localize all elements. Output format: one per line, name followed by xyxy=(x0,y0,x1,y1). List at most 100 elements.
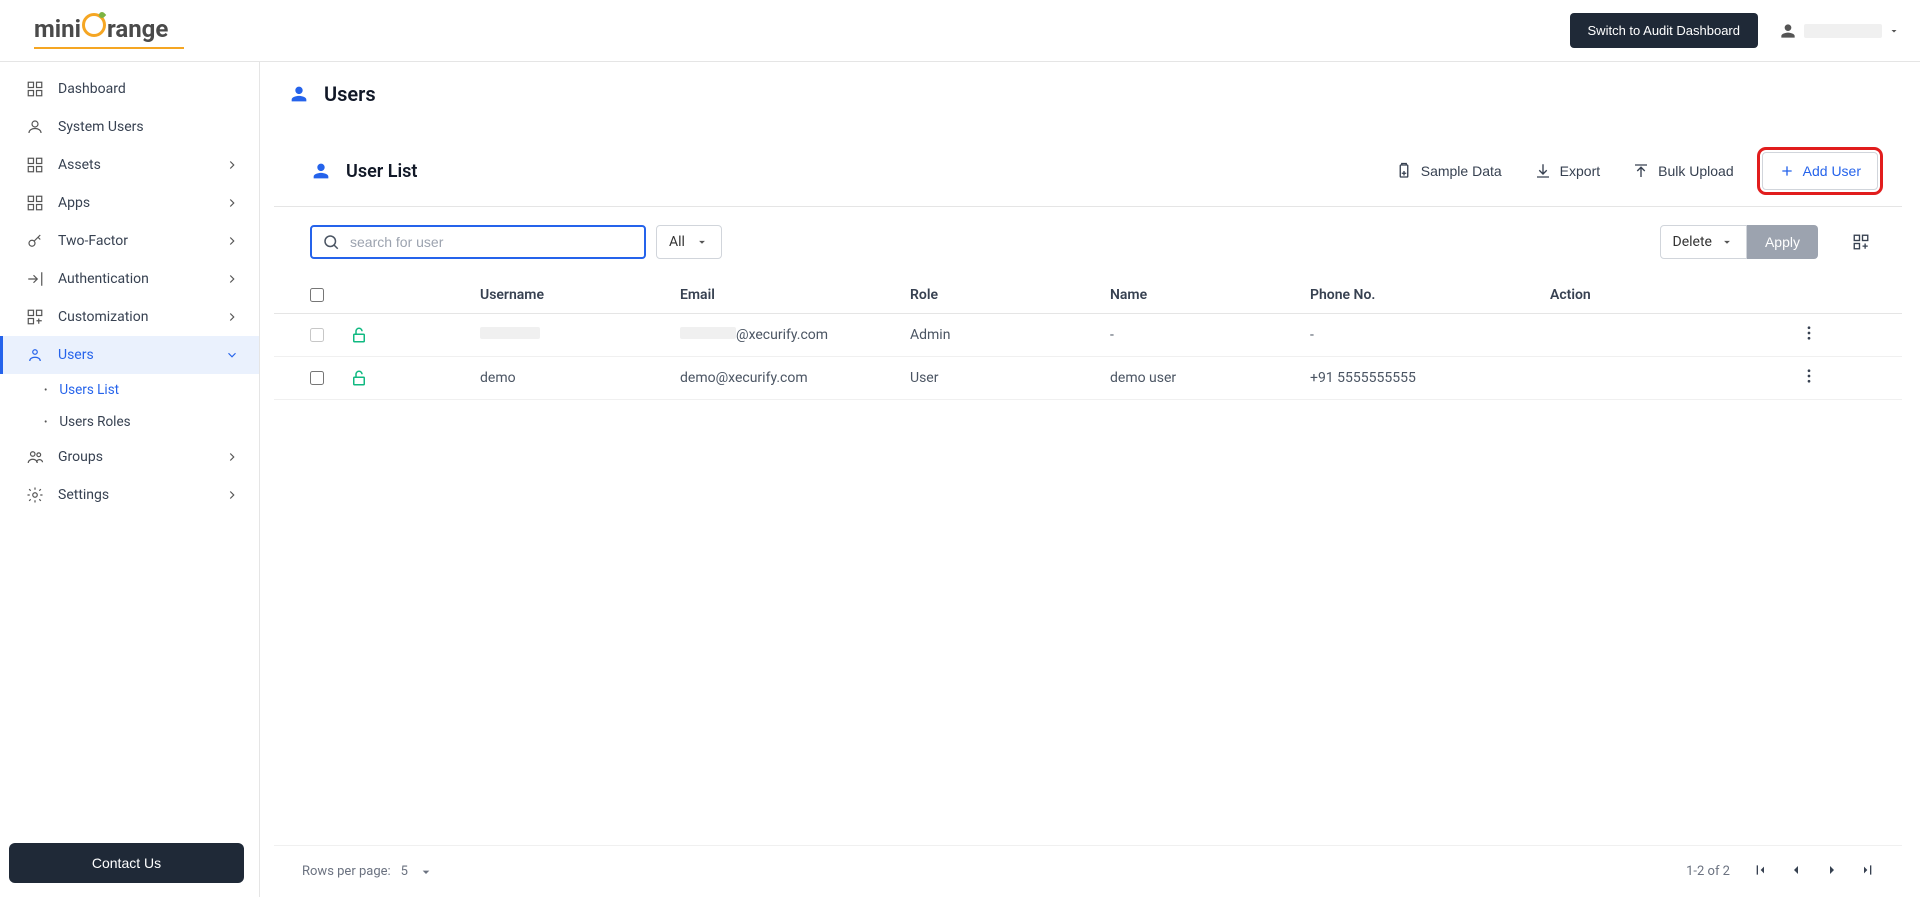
search-icon xyxy=(322,233,340,251)
sidebar-label: Two-Factor xyxy=(58,233,211,249)
contact-us-button[interactable]: Contact Us xyxy=(9,843,244,883)
add-user-button[interactable]: Add User xyxy=(1762,152,1878,190)
filter-select[interactable]: All xyxy=(656,225,722,259)
apps-icon xyxy=(26,194,44,212)
system-users-icon xyxy=(26,118,44,136)
table-row: demo demo@xecurify.com User demo user +9… xyxy=(274,357,1902,400)
chevron-right-icon xyxy=(225,234,239,248)
sidebar-item-customization[interactable]: Customization xyxy=(0,298,259,336)
export-button[interactable]: Export xyxy=(1530,156,1604,186)
chevron-right-icon xyxy=(225,196,239,210)
phone-cell: +91 5555555555 xyxy=(1310,370,1550,386)
email-prefix-redacted xyxy=(680,327,736,339)
sidebar-label: Apps xyxy=(58,195,211,211)
bulk-upload-button[interactable]: Bulk Upload xyxy=(1628,156,1738,186)
switch-dashboard-button[interactable]: Switch to Audit Dashboard xyxy=(1570,13,1758,48)
chevron-right-icon xyxy=(225,272,239,286)
download-icon xyxy=(1534,162,1552,180)
row-checkbox[interactable] xyxy=(310,328,324,342)
grid-add-icon xyxy=(1852,233,1870,251)
sidebar-item-assets[interactable]: Assets xyxy=(0,146,259,184)
sidebar-item-authentication[interactable]: Authentication xyxy=(0,260,259,298)
sidebar-item-system-users[interactable]: System Users xyxy=(0,108,259,146)
th-role: Role xyxy=(910,287,1110,303)
name-cell: demo user xyxy=(1110,370,1310,386)
grid-view-button[interactable] xyxy=(1844,225,1878,259)
username-redacted xyxy=(480,327,540,339)
th-name: Name xyxy=(1110,287,1310,303)
sidebar-item-groups[interactable]: Groups xyxy=(0,438,259,476)
next-page-button[interactable] xyxy=(1822,860,1842,883)
assets-icon xyxy=(26,156,44,174)
chevron-down-icon[interactable] xyxy=(418,864,434,880)
login-icon xyxy=(26,270,44,288)
email-cell: demo@xecurify.com xyxy=(680,370,910,386)
select-all-checkbox[interactable] xyxy=(310,288,324,302)
sidebar-item-dashboard[interactable]: Dashboard xyxy=(0,70,259,108)
batch-action-select[interactable]: Delete xyxy=(1660,225,1747,259)
username-cell: demo xyxy=(390,370,680,386)
user-page-icon xyxy=(288,83,310,105)
chevron-right-icon xyxy=(225,488,239,502)
page-title: Users xyxy=(324,82,376,106)
search-input-wrapper[interactable] xyxy=(310,225,646,259)
more-vert-icon[interactable] xyxy=(1800,367,1818,385)
row-checkbox[interactable] xyxy=(310,371,324,385)
table-header-row: Username Email Role Name Phone No. Actio… xyxy=(274,277,1902,314)
unlock-icon xyxy=(350,326,368,344)
brand-logo: minirange xyxy=(34,13,184,43)
more-vert-icon[interactable] xyxy=(1800,324,1818,342)
card-title: User List xyxy=(346,161,417,182)
unlock-icon xyxy=(350,369,368,387)
sidebar-label: System Users xyxy=(58,119,239,135)
sidebar-sub-users-roles[interactable]: Users Roles xyxy=(0,406,259,438)
pagination-range: 1-2 of 2 xyxy=(1686,864,1730,879)
sidebar-item-settings[interactable]: Settings xyxy=(0,476,259,514)
sidebar-label: Assets xyxy=(58,157,211,173)
chevron-down-icon xyxy=(695,235,709,249)
th-username: Username xyxy=(390,287,680,303)
sidebar-sub-users-list[interactable]: Users List xyxy=(0,374,259,406)
clipboard-icon xyxy=(1395,162,1413,180)
rows-per-page-label: Rows per page: xyxy=(302,864,391,879)
th-phone: Phone No. xyxy=(1310,287,1550,303)
key-icon xyxy=(26,232,44,250)
user-list-icon xyxy=(310,160,332,182)
sidebar-label: Users xyxy=(58,347,211,363)
sidebar-label: Settings xyxy=(58,487,211,503)
sidebar-sub-label: Users Roles xyxy=(59,414,130,430)
email-suffix: @xecurify.com xyxy=(736,327,828,343)
chevron-down-icon xyxy=(1720,235,1734,249)
person-icon xyxy=(1778,21,1798,41)
sidebar-label: Customization xyxy=(58,309,211,325)
name-cell: - xyxy=(1110,327,1310,343)
search-input[interactable] xyxy=(350,234,634,250)
sidebar-item-apps[interactable]: Apps xyxy=(0,184,259,222)
apply-button[interactable]: Apply xyxy=(1747,225,1818,259)
prev-page-button[interactable] xyxy=(1786,860,1806,883)
user-icon xyxy=(26,346,44,364)
plus-icon xyxy=(1779,163,1795,179)
customization-icon xyxy=(26,308,44,326)
last-page-button[interactable] xyxy=(1858,860,1878,883)
role-cell: User xyxy=(910,370,1110,386)
first-page-button[interactable] xyxy=(1750,860,1770,883)
phone-cell: - xyxy=(1310,327,1550,343)
sidebar-label: Authentication xyxy=(58,271,211,287)
chevron-right-icon xyxy=(225,310,239,324)
sidebar-label: Dashboard xyxy=(58,81,239,97)
role-cell: Admin xyxy=(910,327,1110,343)
sidebar-item-two-factor[interactable]: Two-Factor xyxy=(0,222,259,260)
dashboard-icon xyxy=(26,80,44,98)
sidebar-item-users[interactable]: Users xyxy=(0,336,259,374)
groups-icon xyxy=(26,448,44,466)
rows-per-page-value[interactable]: 5 xyxy=(401,864,408,879)
chevron-right-icon xyxy=(225,450,239,464)
sample-data-button[interactable]: Sample Data xyxy=(1391,156,1506,186)
gear-icon xyxy=(26,486,44,504)
th-email: Email xyxy=(680,287,910,303)
sidebar-label: Groups xyxy=(58,449,211,465)
table-row: @xecurify.com Admin - - xyxy=(274,314,1902,357)
chevron-down-icon xyxy=(1888,25,1900,37)
user-menu[interactable] xyxy=(1778,21,1900,41)
